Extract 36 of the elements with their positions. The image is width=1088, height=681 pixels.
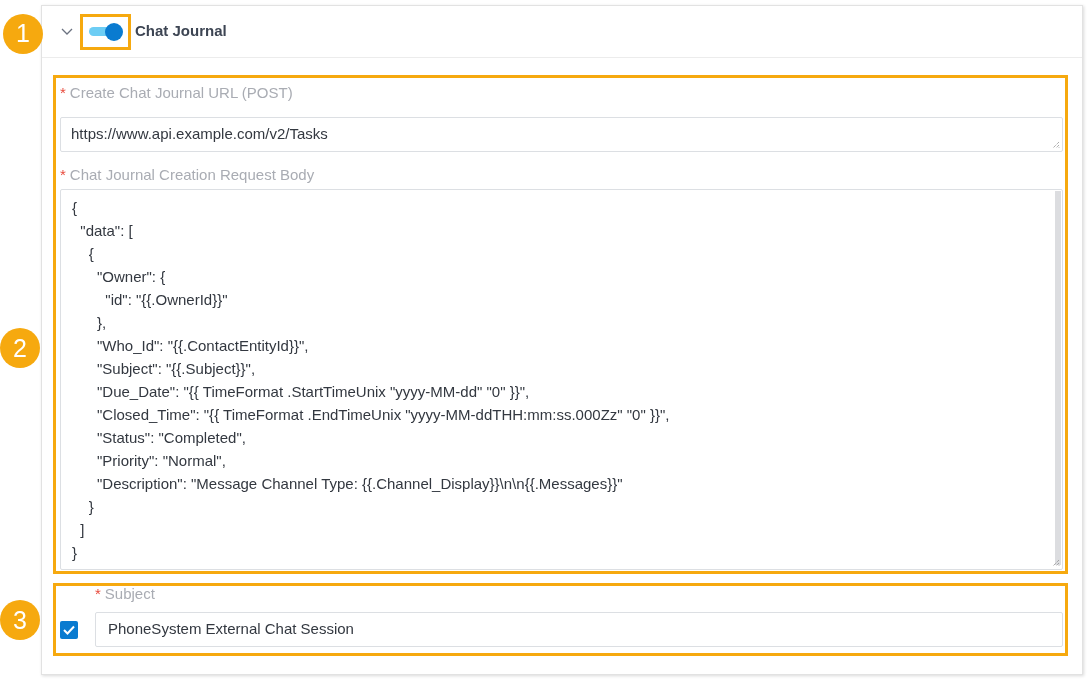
resize-grip-icon[interactable] (1052, 559, 1060, 567)
code-line: "Closed_Time": "{{ TimeFormat .EndTimeUnix "yyyy-MM-ddTHH:mm:ss.000Zz" "0" }}", (96, 405, 670, 425)
subject-input[interactable]: PhoneSystem External Chat Session (95, 612, 1063, 647)
code-line: { (87, 244, 94, 264)
code-line: }, (96, 313, 107, 333)
code-line: "Who_Id": "{{.ContactEntityId}}", (96, 336, 309, 356)
callout-number: 2 (0, 328, 40, 368)
code-line: { (72, 198, 77, 218)
code-line: "Owner": { (96, 267, 166, 287)
callout-number: 1 (3, 13, 43, 54)
field-label: Subject (104, 583, 155, 604)
request-body-field[interactable] (60, 189, 1063, 570)
code-line: "Status": "Completed", (96, 428, 246, 448)
required-asterisk: * (60, 82, 66, 103)
code-line: "Due_Date": "{{ TimeFormat .StartTimeUnix "yyyy-MM-dd" "0" }}", (96, 382, 530, 402)
toggle-switch[interactable] (87, 21, 124, 42)
code-line: "data": [ (79, 221, 133, 241)
chevron-icon[interactable] (61, 28, 73, 35)
section-title: Chat Journal (135, 21, 227, 42)
code-line: "Subject": "{{.Subject}}", (96, 359, 256, 379)
code-line: } (72, 543, 77, 563)
code-line: } (87, 497, 94, 517)
code-line: "id": "{{.OwnerId}}" (104, 290, 228, 310)
scrollbar[interactable] (1055, 191, 1061, 565)
code-line: "Priority": "Normal", (96, 451, 226, 471)
url-input[interactable]: https://www.api.example.com/v2/Tasks (60, 117, 1063, 152)
callout-number: 3 (0, 600, 40, 640)
check-icon (63, 624, 75, 635)
field-label: Chat Journal Creation Request Body (69, 164, 315, 185)
resize-grip-icon[interactable] (1052, 141, 1060, 149)
required-asterisk: * (60, 164, 66, 185)
required-asterisk: * (95, 583, 101, 604)
code-line: ] (79, 520, 85, 540)
code-line: "Description": "Message Channel Type: {{.Channel_Display}}\n\n{{.Messages}}" (96, 474, 623, 494)
checkbox[interactable] (60, 620, 78, 639)
field-label: Create Chat Journal URL (POST) (69, 82, 293, 103)
